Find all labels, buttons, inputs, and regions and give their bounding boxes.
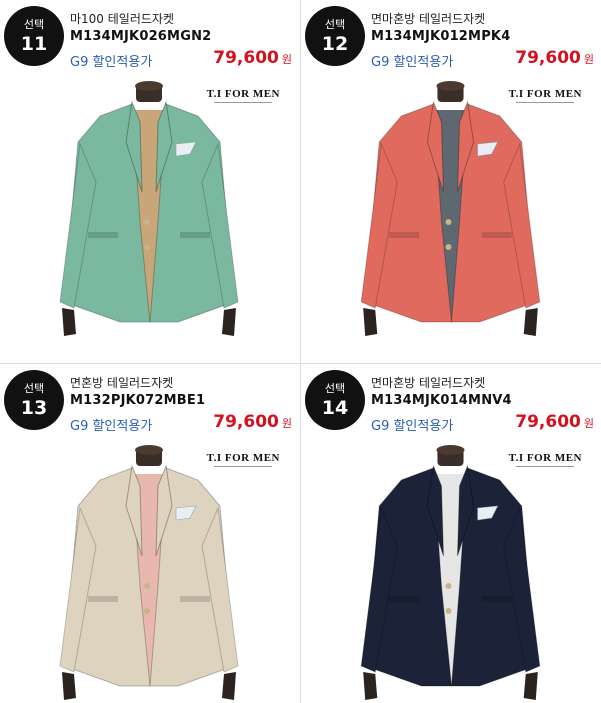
discount-label: G9 할인적용가 bbox=[70, 55, 153, 70]
product-card[interactable]: 선택 12 면마혼방 테일러드자켓 M134MJK012MPK4 G9 할인적용… bbox=[301, 0, 601, 363]
badge-label: 선택 bbox=[23, 382, 45, 395]
price: 79,600 원 bbox=[213, 412, 292, 432]
jacket-image bbox=[59, 81, 239, 336]
product-image[interactable]: T.I FOR MEN bbox=[301, 436, 601, 703]
discount-label: G9 할인적용가 bbox=[371, 55, 454, 70]
brand-logo: T.I FOR MEN bbox=[207, 452, 280, 467]
price-currency: 원 bbox=[281, 53, 292, 66]
discount-label: G9 할인적용가 bbox=[70, 419, 153, 434]
product-header: 선택 12 면마혼방 테일러드자켓 M134MJK012MPK4 G9 할인적용… bbox=[301, 0, 601, 72]
selection-badge: 선택 12 bbox=[305, 6, 365, 66]
product-header: 선택 11 마100 테일러드자켓 M134MJK026MGN2 G9 할인적용… bbox=[0, 0, 300, 72]
price-value: 79,600 bbox=[515, 412, 581, 432]
price-currency: 원 bbox=[583, 417, 594, 430]
product-image[interactable]: T.I FOR MEN bbox=[301, 72, 601, 363]
jacket-image bbox=[360, 445, 541, 700]
product-card[interactable]: 선택 13 면혼방 테일러드자켓 M132PJK072MBE1 G9 할인적용가… bbox=[0, 364, 300, 703]
badge-number: 13 bbox=[20, 397, 48, 419]
badge-number: 11 bbox=[20, 33, 48, 55]
product-name[interactable]: 마100 테일러드자켓 bbox=[70, 10, 174, 27]
price-value: 79,600 bbox=[213, 48, 279, 68]
price: 79,600 원 bbox=[515, 48, 594, 68]
product-code[interactable]: M134MJK014MNV4 bbox=[371, 393, 512, 408]
badge-label: 선택 bbox=[23, 18, 45, 31]
badge-number: 12 bbox=[321, 33, 349, 55]
price: 79,600 원 bbox=[515, 412, 594, 432]
product-name[interactable]: 면마혼방 테일러드자켓 bbox=[371, 374, 485, 391]
badge-number: 14 bbox=[321, 397, 349, 419]
badge-label: 선택 bbox=[324, 18, 346, 31]
product-code[interactable]: M132PJK072MBE1 bbox=[70, 393, 205, 408]
product-image[interactable]: T.I FOR MEN bbox=[0, 436, 300, 703]
price-value: 79,600 bbox=[515, 48, 581, 68]
selection-badge: 선택 11 bbox=[4, 6, 64, 66]
discount-label: G9 할인적용가 bbox=[371, 419, 454, 434]
product-image[interactable]: T.I FOR MEN bbox=[0, 72, 300, 363]
product-grid: 선택 11 마100 테일러드자켓 M134MJK026MGN2 G9 할인적용… bbox=[0, 0, 601, 703]
price-currency: 원 bbox=[281, 417, 292, 430]
product-name[interactable]: 면혼방 테일러드자켓 bbox=[70, 374, 173, 391]
selection-badge: 선택 13 bbox=[4, 370, 64, 430]
price-currency: 원 bbox=[583, 53, 594, 66]
product-header: 선택 13 면혼방 테일러드자켓 M132PJK072MBE1 G9 할인적용가… bbox=[0, 364, 300, 436]
product-code[interactable]: M134MJK012MPK4 bbox=[371, 29, 510, 44]
price-value: 79,600 bbox=[213, 412, 279, 432]
product-code[interactable]: M134MJK026MGN2 bbox=[70, 29, 211, 44]
price: 79,600 원 bbox=[213, 48, 292, 68]
jacket-image bbox=[360, 81, 541, 336]
product-card[interactable]: 선택 14 면마혼방 테일러드자켓 M134MJK014MNV4 G9 할인적용… bbox=[301, 364, 601, 703]
badge-label: 선택 bbox=[324, 382, 346, 395]
jacket-image bbox=[59, 445, 239, 700]
brand-logo: T.I FOR MEN bbox=[509, 88, 582, 103]
brand-logo: T.I FOR MEN bbox=[207, 88, 280, 103]
product-card[interactable]: 선택 11 마100 테일러드자켓 M134MJK026MGN2 G9 할인적용… bbox=[0, 0, 300, 363]
selection-badge: 선택 14 bbox=[305, 370, 365, 430]
product-name[interactable]: 면마혼방 테일러드자켓 bbox=[371, 10, 485, 27]
product-header: 선택 14 면마혼방 테일러드자켓 M134MJK014MNV4 G9 할인적용… bbox=[301, 364, 601, 436]
brand-logo: T.I FOR MEN bbox=[509, 452, 582, 467]
